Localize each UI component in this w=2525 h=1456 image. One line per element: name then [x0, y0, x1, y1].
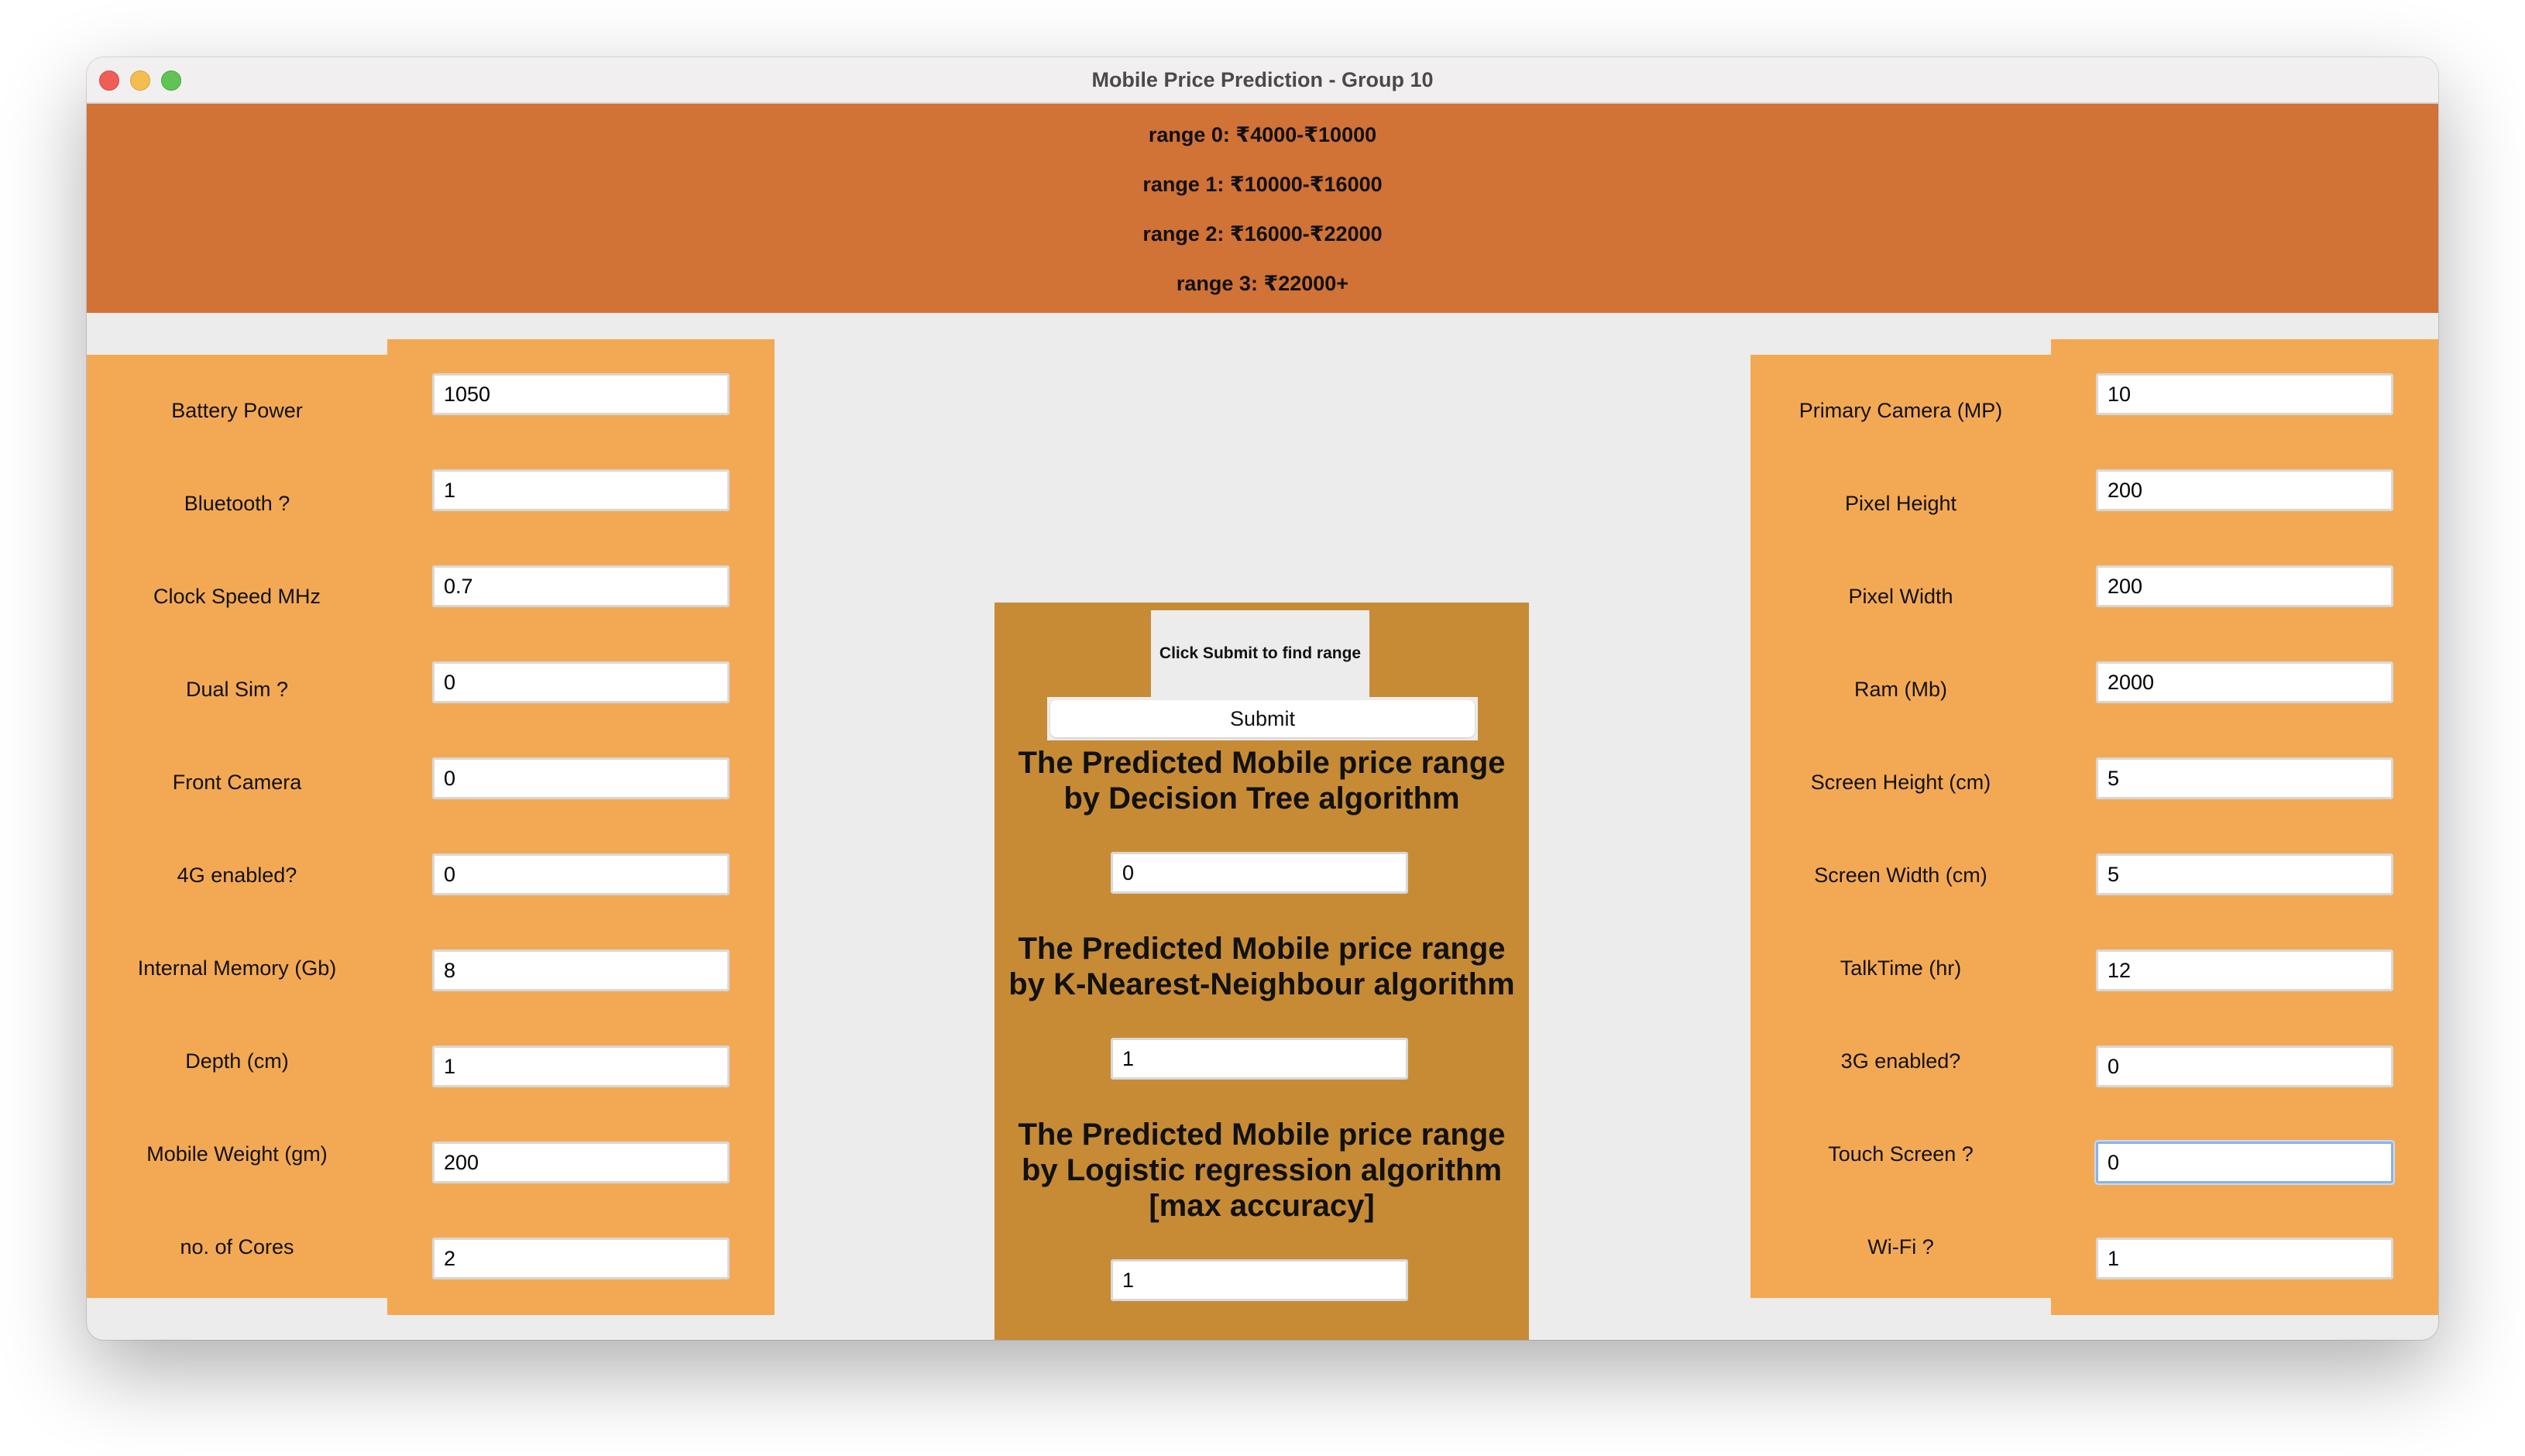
primary-camera-input[interactable]: [2096, 373, 2393, 415]
logistic-regression-title-line-1: The Predicted Mobile price range: [1018, 1118, 1506, 1152]
knn-title: The Predicted Mobile price range by K-Ne…: [995, 931, 1529, 1002]
battery-power-input[interactable]: [432, 373, 730, 415]
clock-speed-label: Clock Speed MHz: [153, 585, 321, 608]
decision-tree-title-line-2: by Decision Tree algorithm: [1063, 781, 1460, 816]
mobile-weight-input[interactable]: [432, 1142, 730, 1183]
wifi-input[interactable]: [2096, 1238, 2393, 1279]
zoom-window-icon[interactable]: [161, 70, 181, 91]
dual-sim-label: Dual Sim ?: [185, 678, 289, 701]
pixel-width-input[interactable]: [2096, 565, 2393, 607]
decision-tree-result[interactable]: [1111, 852, 1408, 894]
logistic-regression-title-line-3: [max accuracy]: [1149, 1189, 1375, 1223]
range-2-label: range 2: ₹16000-₹22000: [1142, 222, 1383, 246]
knn-result[interactable]: [1111, 1038, 1408, 1080]
ram-label: Ram (Mb): [1854, 678, 1947, 701]
range-0-label: range 0: ₹4000-₹10000: [1148, 123, 1377, 146]
window-title: Mobile Price Prediction - Group 10: [1091, 68, 1434, 91]
screen-height-input[interactable]: [2096, 757, 2393, 799]
3g-enabled-label: 3G enabled?: [1840, 1049, 1961, 1073]
range-1-label: range 1: ₹10000-₹16000: [1142, 173, 1383, 196]
talktime-label: TalkTime (hr): [1840, 956, 1962, 980]
decision-tree-title-line-1: The Predicted Mobile price range: [1018, 746, 1506, 780]
dual-sim-input[interactable]: [432, 661, 730, 703]
ram-input[interactable]: [2096, 661, 2393, 703]
touch-screen-label: Touch Screen ?: [1828, 1142, 1974, 1166]
wifi-label: Wi-Fi ?: [1867, 1235, 1934, 1259]
close-window-icon[interactable]: [99, 70, 119, 91]
submit-button-frame[interactable]: Submit: [1047, 697, 1478, 740]
talktime-input[interactable]: [2096, 949, 2393, 991]
front-camera-input[interactable]: [432, 757, 730, 799]
4g-enabled-label: 4G enabled?: [177, 864, 297, 887]
battery-power-label: Battery Power: [171, 399, 303, 422]
app-window: Mobile Price Prediction - Group 10 range…: [87, 57, 2438, 1340]
status-label: Click Submit to find range: [1151, 610, 1369, 697]
logistic-regression-result[interactable]: [1111, 1259, 1408, 1301]
depth-label: Depth (cm): [185, 1049, 289, 1073]
screen-width-label: Screen Width (cm): [1814, 864, 1987, 887]
price-range-banner: range 0: ₹4000-₹10000 range 1: ₹10000-₹1…: [87, 104, 2438, 313]
cores-input[interactable]: [432, 1238, 730, 1279]
pixel-height-input[interactable]: [2096, 469, 2393, 511]
knn-title-line-2: by K-Nearest-Neighbour algorithm: [1008, 967, 1515, 1001]
mobile-weight-label: Mobile Weight (gm): [146, 1142, 328, 1166]
minimize-window-icon[interactable]: [130, 70, 150, 91]
bluetooth-input[interactable]: [432, 469, 730, 511]
internal-memory-input[interactable]: [432, 949, 730, 991]
title-bar: Mobile Price Prediction - Group 10: [87, 57, 2438, 104]
submit-button[interactable]: Submit: [1050, 700, 1475, 737]
depth-input[interactable]: [432, 1046, 730, 1087]
3g-enabled-input[interactable]: [2096, 1046, 2393, 1087]
knn-title-line-1: The Predicted Mobile price range: [1018, 932, 1506, 966]
primary-camera-label: Primary Camera (MP): [1798, 399, 2003, 422]
logistic-regression-title: The Predicted Mobile price range by Logi…: [995, 1117, 1529, 1224]
screen-height-label: Screen Height (cm): [1810, 771, 1991, 794]
logistic-regression-title-line-2: by Logistic regression algorithm: [1021, 1153, 1503, 1187]
pixel-width-label: Pixel Width: [1848, 585, 1953, 608]
range-3-label: range 3: ₹22000+: [1176, 272, 1349, 295]
internal-memory-label: Internal Memory (Gb): [137, 956, 337, 980]
cores-label: no. of Cores: [180, 1235, 294, 1259]
touch-screen-input[interactable]: [2096, 1142, 2393, 1183]
pixel-height-label: Pixel Height: [1844, 492, 1957, 515]
bluetooth-label: Bluetooth ?: [184, 492, 290, 515]
clock-speed-input[interactable]: [432, 565, 730, 607]
4g-enabled-input[interactable]: [432, 853, 730, 895]
screen-width-input[interactable]: [2096, 853, 2393, 895]
decision-tree-title: The Predicted Mobile price range by Deci…: [995, 745, 1529, 816]
front-camera-label: Front Camera: [172, 771, 302, 794]
